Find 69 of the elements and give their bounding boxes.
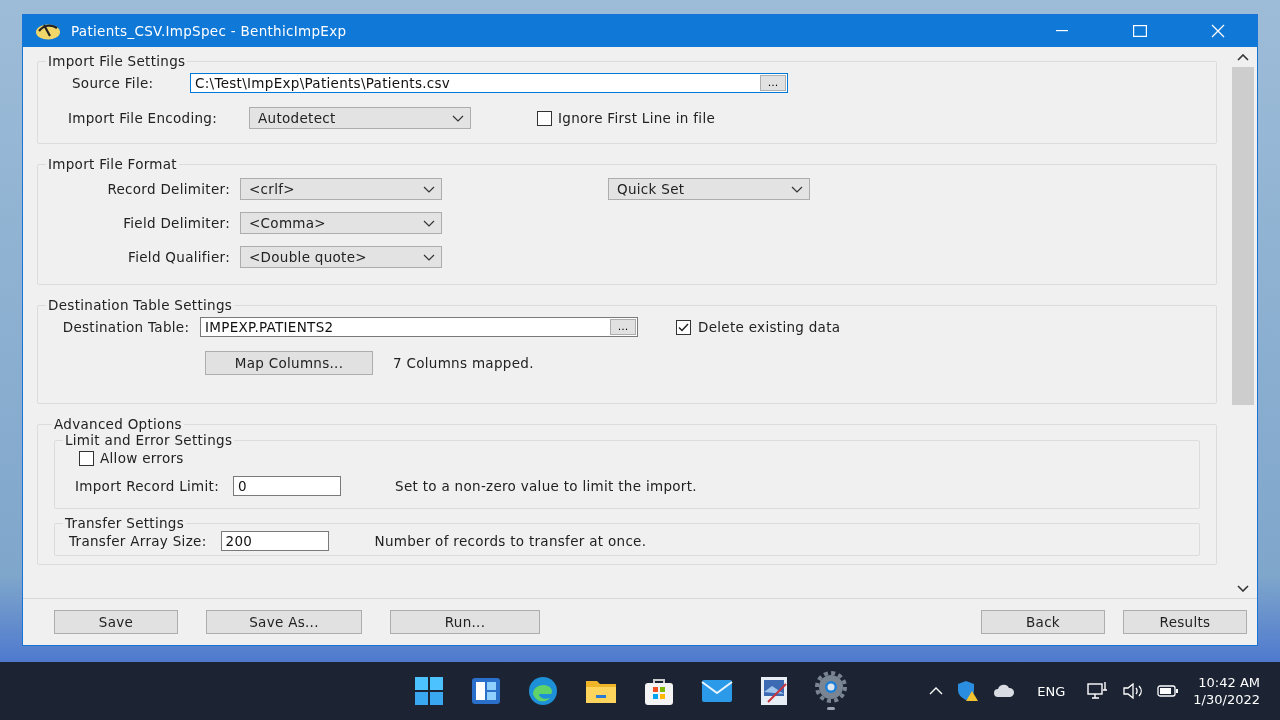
field-label: Record Delimiter:: [106, 181, 230, 197]
checkbox[interactable]: [676, 319, 691, 335]
footer-button[interactable]: Save As...: [206, 610, 362, 634]
field-label: Import Record Limit:: [75, 478, 220, 494]
battery-icon[interactable]: [1157, 685, 1180, 697]
dropdown[interactable]: <Comma>: [240, 212, 442, 234]
group-title: Import File Format: [47, 156, 178, 172]
destination-table-field[interactable]: IMPEXP.PATIENTS2 ...: [200, 317, 638, 337]
footer-button[interactable]: Results: [1123, 610, 1247, 634]
chevron-up-icon[interactable]: [929, 687, 944, 695]
chevron-down-icon: [791, 185, 803, 193]
field-label: Transfer Array Size:: [69, 533, 207, 549]
chevron-down-icon: [423, 185, 435, 193]
footer-button[interactable]: Run...: [390, 610, 540, 634]
status-text: 7 Columns mapped.: [393, 355, 534, 371]
group-title: Transfer Settings: [64, 515, 186, 531]
store-icon[interactable]: [644, 676, 674, 706]
browse-button[interactable]: ...: [760, 75, 786, 91]
shield-warning-icon[interactable]: [957, 680, 980, 702]
dropdown[interactable]: Quick Set: [608, 178, 810, 200]
hint-text: Number of records to transfer at once.: [374, 533, 647, 549]
footer-button[interactable]: Save: [54, 610, 178, 634]
minimize-icon: [1056, 30, 1068, 32]
scroll-up-icon[interactable]: [1237, 53, 1249, 61]
app-logo-icon: [35, 22, 61, 40]
hint-text: Set to a non-zero value to limit the import.: [395, 478, 697, 494]
record-limit-field[interactable]: 0: [233, 476, 342, 496]
checkbox[interactable]: [79, 450, 94, 466]
group-title: Limit and Error Settings: [64, 432, 234, 448]
cloud-icon[interactable]: [993, 684, 1016, 698]
field-label: Source File:: [72, 75, 155, 91]
scroll-down-icon[interactable]: [1237, 584, 1249, 592]
dropdown[interactable]: <Double quote>: [240, 246, 442, 268]
group-title: Destination Table Settings: [47, 297, 234, 313]
browse-button[interactable]: ...: [610, 319, 636, 335]
chevron-down-icon: [423, 253, 435, 261]
chevron-down-icon: [452, 114, 465, 122]
network-icon[interactable]: [1087, 681, 1110, 701]
checkbox-label: Allow errors: [100, 450, 184, 466]
footer-button[interactable]: Back: [981, 610, 1105, 634]
field-label: Import File Encoding:: [68, 110, 218, 126]
window-title: Patients_CSV.ImpSpec - BenthicImpExp: [71, 23, 347, 39]
clock-time[interactable]: 10:42 AM: [1198, 675, 1260, 690]
checkbox[interactable]: [537, 110, 553, 126]
clock-date[interactable]: 1/30/2022: [1193, 692, 1260, 707]
checkbox-label: Delete existing data: [698, 319, 841, 335]
maximize-icon: [1133, 25, 1147, 37]
checkbox-label: Ignore First Line in file: [558, 110, 716, 126]
scroll-thumb[interactable]: [1232, 67, 1254, 405]
settings-icon[interactable]: [815, 671, 847, 711]
widgets-icon[interactable]: [471, 677, 501, 705]
speaker-icon[interactable]: [1123, 683, 1144, 699]
source-file-field[interactable]: C:\Test\ImpExp\Patients\Patients.csv ...: [190, 73, 788, 93]
dropdown[interactable]: <crlf>: [240, 178, 442, 200]
field-label: Destination Table:: [61, 320, 190, 334]
chevron-down-icon: [423, 219, 435, 227]
array-size-field[interactable]: 200: [220, 531, 329, 551]
map-columns-button[interactable]: Map Columns...: [205, 351, 373, 375]
paint-app-icon[interactable]: [760, 676, 788, 706]
field-label: Field Qualifier:: [127, 249, 230, 265]
language-indicator[interactable]: ENG: [1037, 683, 1066, 699]
group-title: Advanced Options: [53, 416, 183, 432]
start-icon[interactable]: [414, 676, 444, 706]
mail-icon[interactable]: [701, 679, 733, 703]
group-title: Import File Settings: [47, 53, 187, 69]
dropdown[interactable]: Autodetect: [249, 107, 472, 129]
field-label: Field Delimiter:: [122, 215, 230, 231]
browser-icon[interactable]: [528, 676, 558, 706]
close-icon: [1211, 24, 1225, 38]
